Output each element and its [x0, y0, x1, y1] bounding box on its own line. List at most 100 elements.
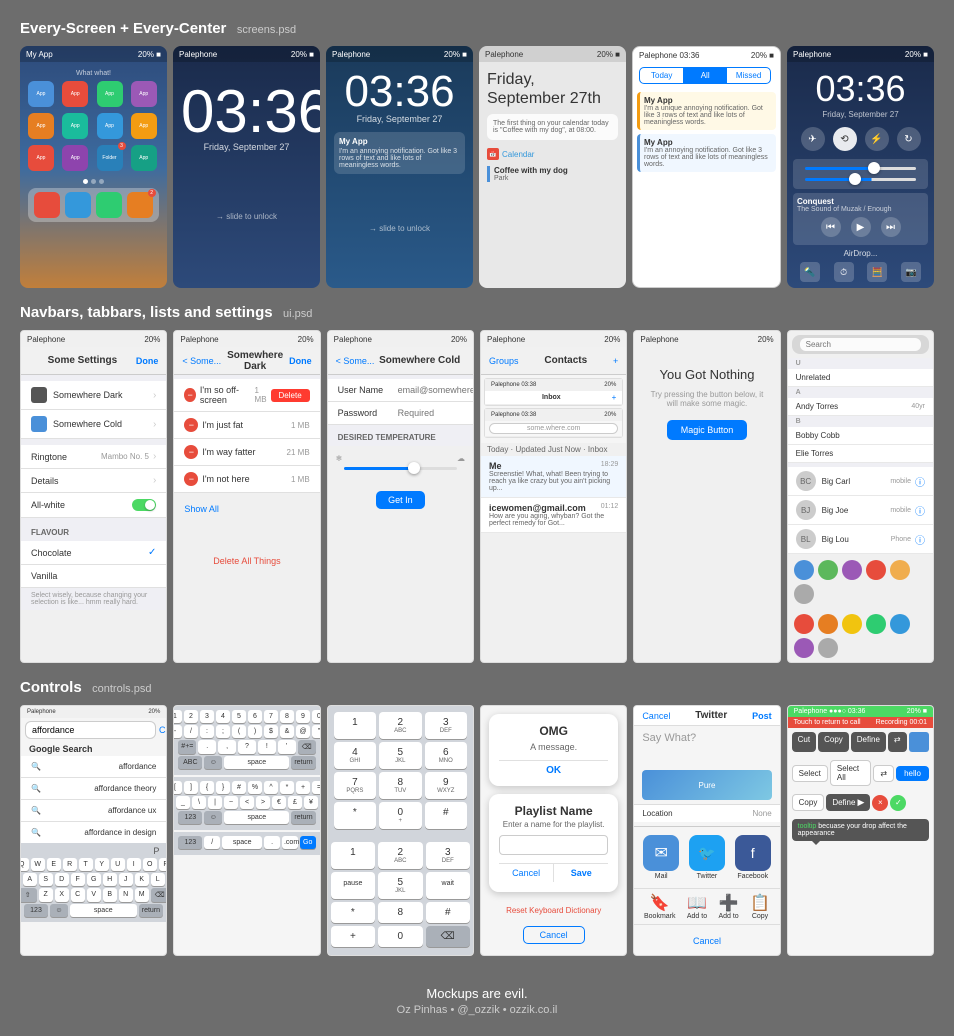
swatch2-orange[interactable] — [818, 614, 838, 634]
key-q[interactable]: Q — [20, 858, 29, 871]
sp-lt[interactable]: < — [240, 796, 254, 809]
action-add-reading[interactable]: 📖 Add to — [687, 893, 707, 920]
key-m[interactable]: M — [135, 888, 149, 902]
app-icon-4[interactable]: App — [131, 81, 157, 107]
sugg-1[interactable]: 🔍 affordance — [21, 756, 166, 778]
sym-emoji2[interactable]: ☺ — [204, 756, 222, 769]
swatch2-purple[interactable] — [794, 638, 814, 658]
phone2-slide[interactable]: → slide to unlock — [181, 212, 312, 221]
sp1-toggle[interactable] — [132, 499, 156, 511]
url-com[interactable]: .com — [282, 836, 298, 849]
np2-8[interactable]: 8 — [378, 902, 422, 923]
cp-inbox-add[interactable]: + — [612, 393, 617, 402]
sym-0[interactable]: 0 — [312, 710, 321, 723]
np-0[interactable]: 0+ — [379, 802, 421, 829]
sym-cparen[interactable]: ) — [248, 725, 262, 738]
sp-gt[interactable]: > — [256, 796, 270, 809]
touch-return[interactable]: Touch to return to call — [794, 719, 861, 726]
ctrl-rotation[interactable]: ↻ — [897, 127, 921, 151]
np2-3[interactable]: 3DEF — [426, 842, 470, 869]
key-123[interactable]: 123 — [24, 904, 48, 917]
arrow-btn[interactable]: ⇄ — [888, 732, 907, 752]
sp-bracket2[interactable]: ] — [184, 781, 198, 794]
cp-browser-url[interactable]: some.where.com — [489, 423, 618, 434]
green-circle-btn[interactable]: ✓ — [890, 795, 906, 811]
sp-percent[interactable]: % — [248, 781, 262, 794]
tab-missed[interactable]: Missed — [727, 68, 770, 83]
define-btn[interactable]: Define — [851, 732, 886, 752]
sym-amp[interactable]: & — [280, 725, 294, 738]
sugg-4[interactable]: 🔍 affordance in design — [21, 822, 166, 843]
key-shift[interactable]: ⇧ — [20, 888, 37, 902]
sym-quest[interactable]: ? — [238, 740, 256, 754]
tab-today[interactable]: Today — [640, 68, 683, 83]
key-f[interactable]: F — [71, 873, 85, 886]
sp3-username-row[interactable]: User Name — [328, 379, 473, 402]
np2-del[interactable]: ⌫ — [426, 926, 470, 947]
key-b[interactable]: B — [103, 888, 117, 902]
action-bookmark[interactable]: 🔖 Bookmark — [644, 893, 676, 920]
ctrl-wifi[interactable]: ⟲ — [833, 127, 857, 151]
sym-3[interactable]: 3 — [200, 710, 214, 723]
np-9[interactable]: 9WXYZ — [425, 772, 467, 799]
sp2-item-2[interactable]: − I'm just fat 1 MB — [174, 412, 319, 439]
sym-dash[interactable]: - — [173, 725, 182, 738]
sp-equals[interactable]: = — [312, 781, 321, 794]
sym-colon[interactable]: : — [200, 725, 214, 738]
sp-plus[interactable]: + — [296, 781, 310, 794]
cancel-search-btn[interactable]: Cancel — [159, 725, 167, 735]
sym-8[interactable]: 8 — [280, 710, 294, 723]
np-5[interactable]: 5JKL — [379, 742, 421, 769]
sym-del[interactable]: ⌫ — [298, 740, 316, 754]
share-twitter[interactable]: 🐦 Twitter — [689, 835, 725, 880]
playlist-save[interactable]: Save — [554, 864, 608, 882]
np2-1[interactable]: 1 — [331, 842, 375, 869]
key-return[interactable]: return — [139, 904, 164, 917]
sp-pound[interactable]: £ — [288, 796, 302, 809]
music-next[interactable]: ⏭ — [881, 217, 901, 237]
music-play[interactable]: ▶ — [851, 217, 871, 237]
folder-icon[interactable]: Folder 3 — [97, 145, 123, 171]
np2-2[interactable]: 2ABC — [378, 842, 422, 869]
sp-yen[interactable]: ¥ — [304, 796, 318, 809]
sp-pipe[interactable]: | — [208, 796, 222, 809]
np-3[interactable]: 3DEF — [425, 712, 467, 739]
sp2-show-all[interactable]: Show All — [184, 504, 219, 514]
define2-btn[interactable]: Define ▶ — [826, 794, 870, 811]
np-2[interactable]: 2ABC — [379, 712, 421, 739]
dock-icon-4[interactable]: 2 — [127, 192, 153, 218]
sp1-ringtone[interactable]: Ringtone Mambo No. 5 › — [21, 445, 166, 469]
contact-unrelated[interactable]: Unrelated — [788, 369, 933, 387]
key-i[interactable]: I — [127, 858, 141, 871]
sym-9[interactable]: 9 — [296, 710, 310, 723]
key-n[interactable]: N — [119, 888, 133, 902]
sp-caret[interactable]: ^ — [264, 781, 278, 794]
sym-1[interactable]: 1 — [173, 710, 182, 723]
twitter-cancel[interactable]: Cancel — [642, 711, 670, 721]
arrow2-btn[interactable]: ⇄ — [873, 765, 894, 782]
sp2-item-4[interactable]: − I'm not here 1 MB — [174, 466, 319, 493]
swatch2-gray[interactable] — [818, 638, 838, 658]
cancel-btn-bottom[interactable]: Cancel — [523, 926, 585, 944]
ctrl-calc[interactable]: 🧮 — [867, 262, 887, 282]
contact-andy[interactable]: Andy Torres 40yr — [788, 398, 933, 416]
sym-7[interactable]: 7 — [264, 710, 278, 723]
sp3-getin-btn[interactable]: Get In — [376, 491, 425, 509]
app-icon-10[interactable]: App — [62, 145, 88, 171]
key-delete[interactable]: ⌫ — [151, 888, 168, 902]
copy2-btn[interactable]: Copy — [792, 794, 825, 811]
sp-space[interactable]: space — [224, 811, 289, 824]
ctrl-bluetooth[interactable]: ⚡ — [865, 127, 889, 151]
key-k[interactable]: K — [135, 873, 149, 886]
share-cancel-btn[interactable]: Cancel — [693, 936, 721, 946]
sp1-allwhite[interactable]: All-white — [21, 493, 166, 518]
brightness-slider[interactable] — [805, 167, 916, 170]
contact-bobby[interactable]: Bobby Cobb — [788, 427, 933, 445]
sp1-details[interactable]: Details › — [21, 469, 166, 493]
contact-bigcarl-info[interactable]: ⓘ — [915, 474, 925, 489]
contact-biglou[interactable]: BL Big Lou Phone ⓘ — [788, 525, 933, 554]
sp3-back[interactable]: < Some... — [336, 356, 375, 366]
sym-5[interactable]: 5 — [232, 710, 246, 723]
sp1-done[interactable]: Done — [136, 356, 159, 366]
np-magic-btn[interactable]: Magic Button — [667, 420, 748, 440]
